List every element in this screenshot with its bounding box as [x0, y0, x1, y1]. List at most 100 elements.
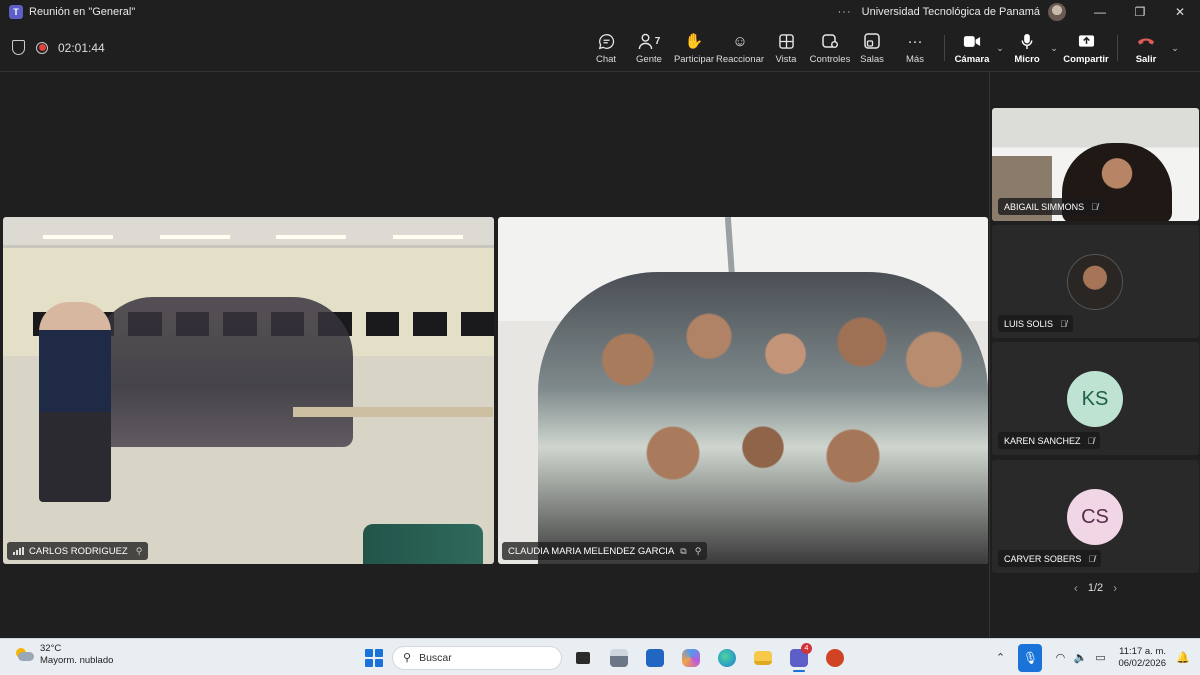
microphone-icon — [1021, 31, 1033, 51]
pin-icon[interactable]: ⚲ — [136, 546, 143, 557]
search-placeholder: Buscar — [419, 651, 452, 664]
share-screen-icon — [1078, 31, 1095, 51]
clock[interactable]: 11:17 a. m. 06/02/2026 — [1118, 646, 1166, 670]
volume-icon[interactable]: 🔈 — [1070, 651, 1090, 664]
participant-name: CARVER SOBERS — [1004, 553, 1082, 564]
chat-label: Chat — [595, 54, 617, 65]
powerpoint-icon[interactable] — [820, 643, 850, 672]
controls-button[interactable]: Controles — [808, 24, 852, 72]
people-icon: 7 — [638, 31, 661, 51]
react-label: Reaccionar — [715, 54, 765, 65]
windows-taskbar: 32°C Mayorm. nublado ⚲ Buscar 4 ⌃ 🎙 ◠ 🔈 … — [0, 638, 1200, 675]
camera-options-chevron-icon[interactable]: ⌄ — [993, 24, 1007, 72]
group-video-feed — [498, 217, 988, 564]
partly-cloudy-icon — [14, 648, 34, 662]
participant-tile[interactable]: ABIGAIL SIMMONS 🎙̸ — [992, 108, 1199, 221]
more-button[interactable]: ··· Más — [892, 24, 938, 72]
start-button[interactable] — [362, 646, 386, 670]
participant-tile[interactable]: KS KAREN SANCHEZ 🎙̸ — [992, 342, 1199, 455]
window-title: Reunión en "General" — [29, 6, 136, 18]
mic-options-chevron-icon[interactable]: ⌄ — [1047, 24, 1061, 72]
more-label: Más — [906, 54, 924, 65]
account-avatar[interactable] — [1048, 3, 1066, 21]
participant-rail: ABIGAIL SIMMONS 🎙̸ LUIS SOLIS 🎙̸ KS KARE… — [989, 72, 1200, 638]
share-tray-icon: ⧉ — [680, 545, 687, 556]
recording-icon[interactable] — [36, 41, 48, 54]
participant-name-tag: KAREN SANCHEZ 🎙̸ — [998, 432, 1101, 449]
participant-name: CARLOS RODRIGUEZ — [29, 545, 128, 557]
microphone-in-use-icon[interactable]: 🎙 — [1018, 643, 1043, 672]
clock-date: 06/02/2026 — [1118, 657, 1166, 669]
smiley-icon: ☺ — [732, 32, 748, 50]
camera-icon — [963, 31, 981, 51]
more-options-button[interactable]: ··· — [838, 6, 852, 18]
participant-tile[interactable]: LUIS SOLIS 🎙̸ — [992, 225, 1199, 338]
battery-icon[interactable]: ▭ — [1090, 651, 1110, 664]
leave-options-chevron-icon[interactable]: ⌄ — [1168, 24, 1182, 72]
shield-icon[interactable] — [12, 40, 25, 55]
mic-button[interactable]: Micro — [1007, 24, 1047, 72]
toolbar-divider — [944, 35, 945, 61]
notification-bell-icon[interactable]: 🔔 — [1174, 651, 1192, 664]
restore-icon[interactable]: ❐ — [1120, 0, 1160, 24]
camera-button[interactable]: Cámara — [951, 24, 993, 72]
chevron-up-icon[interactable]: ⌃ — [990, 651, 1010, 664]
view-label: Vista — [775, 54, 797, 65]
signal-icon — [13, 547, 24, 555]
video-tile[interactable]: CARLOS RODRIGUEZ ⚲ — [3, 217, 494, 564]
minimize-icon[interactable]: — — [1080, 0, 1120, 24]
people-count: 7 — [654, 35, 661, 47]
chevron-left-icon[interactable]: ‹ — [1074, 581, 1078, 595]
participant-name: LUIS SOLIS — [1004, 318, 1054, 329]
people-label: Gente — [636, 54, 662, 65]
chevron-right-icon[interactable]: › — [1113, 581, 1117, 595]
copilot-icon[interactable] — [676, 643, 706, 672]
clock-time: 11:17 a. m. — [1119, 645, 1166, 657]
participant-name: CLAUDIA MARIA MELENDEZ GARCIA — [508, 545, 675, 557]
avatar-initials: KS — [1067, 371, 1123, 427]
chat-icon — [598, 31, 615, 51]
video-tile[interactable]: CLAUDIA MARIA MELENDEZ GARCIA ⧉ ⚲ — [498, 217, 988, 564]
pager: ‹ 1/2 › — [990, 581, 1200, 595]
system-tray: ⌃ 🎙 ◠ 🔈 ▭ 11:17 a. m. 06/02/2026 🔔 — [990, 642, 1200, 673]
react-button[interactable]: ☺ Reaccionar — [716, 24, 764, 72]
more-icon: ··· — [907, 32, 923, 50]
edge-browser-icon[interactable] — [712, 643, 742, 672]
search-icon: ⚲ — [403, 652, 412, 664]
store-icon[interactable] — [640, 643, 670, 672]
meeting-timer: 02:01:44 — [58, 40, 105, 55]
classroom-video-feed — [3, 217, 494, 564]
people-button[interactable]: 7 Gente — [626, 24, 672, 72]
chat-button[interactable]: Chat — [586, 24, 626, 72]
view-button[interactable]: Vista — [764, 24, 808, 72]
avatar — [1067, 254, 1123, 310]
rooms-button[interactable]: Salas — [852, 24, 892, 72]
avatar-initials: CS — [1067, 489, 1123, 545]
title-bar: T Reunión en "General" ··· Universidad T… — [0, 0, 1200, 24]
leave-button[interactable]: Salir — [1124, 24, 1168, 72]
mic-off-icon: 🎙̸ — [1091, 201, 1098, 212]
printer-app-icon[interactable] — [604, 643, 634, 672]
wifi-icon[interactable]: ◠ — [1050, 651, 1070, 664]
video-stage: CARLOS RODRIGUEZ ⚲ CLAUDIA MARIA MELENDE… — [0, 72, 989, 638]
weather-temperature: 32°C — [40, 643, 62, 654]
participant-name: ABIGAIL SIMMONS — [1004, 201, 1085, 212]
participant-tile[interactable]: CS CARVER SOBERS 🎙̸ — [992, 460, 1199, 573]
task-view-icon[interactable] — [568, 643, 598, 672]
mic-off-icon: 🎙̸ — [1060, 318, 1067, 329]
share-button[interactable]: Compartir — [1061, 24, 1111, 72]
teams-taskbar-icon[interactable]: 4 — [784, 643, 814, 672]
breakout-rooms-icon — [864, 31, 880, 51]
file-explorer-icon[interactable] — [748, 643, 778, 672]
pin-icon[interactable]: ⚲ — [695, 546, 702, 557]
controls-label: Controles — [809, 54, 851, 65]
toolbar-divider-2 — [1117, 35, 1118, 61]
participant-name: KAREN SANCHEZ — [1004, 435, 1081, 446]
participant-name-tag: ABIGAIL SIMMONS 🎙̸ — [998, 198, 1104, 215]
search-box[interactable]: ⚲ Buscar — [392, 645, 562, 670]
organization-name[interactable]: Universidad Tecnológica de Panamá — [862, 6, 1040, 18]
mic-label: Micro — [1014, 54, 1040, 65]
close-icon[interactable]: ✕ — [1160, 0, 1200, 24]
raise-hand-button[interactable]: ✋ Participar — [672, 24, 716, 72]
weather-widget[interactable]: 32°C Mayorm. nublado — [14, 643, 113, 667]
